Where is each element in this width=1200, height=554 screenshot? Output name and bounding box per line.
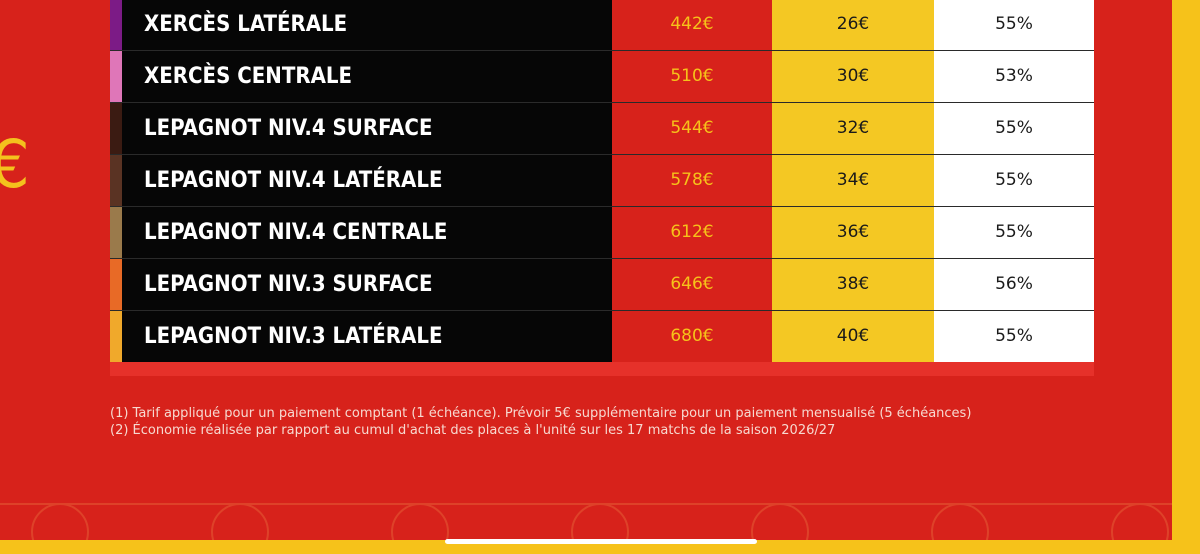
table-bottom-border xyxy=(110,362,1094,376)
table-row: LEPAGNOT NIV.3 SURFACE 646€ 38€ 56% xyxy=(110,259,1094,310)
monthly-price: 30€ xyxy=(772,51,934,102)
seat-category-name: XERCÈS CENTRALE xyxy=(122,51,612,102)
seat-category-name: LEPAGNOT NIV.3 LATÉRALE xyxy=(122,311,612,362)
row-color-accent xyxy=(110,155,122,206)
table-row: LEPAGNOT NIV.4 CENTRALE 612€ 36€ 55% xyxy=(110,207,1094,258)
seat-category-name: XERCÈS LATÉRALE xyxy=(122,0,612,50)
monthly-price: 38€ xyxy=(772,259,934,310)
row-color-accent xyxy=(110,0,122,50)
yellow-frame-right xyxy=(1172,0,1200,554)
table-row: LEPAGNOT NIV.4 SURFACE 544€ 32€ 55% xyxy=(110,103,1094,154)
season-price: 510€ xyxy=(612,51,772,102)
seat-category-name: LEPAGNOT NIV.4 SURFACE xyxy=(122,103,612,154)
saving-percent: 53% xyxy=(934,51,1094,102)
season-price: 544€ xyxy=(612,103,772,154)
season-price: 680€ xyxy=(612,311,772,362)
footnote-1: (1) Tarif appliqué pour un paiement comp… xyxy=(110,406,972,421)
row-separator xyxy=(110,310,1094,311)
row-separator xyxy=(110,102,1094,103)
row-color-accent xyxy=(110,311,122,362)
row-separator xyxy=(110,50,1094,51)
euro-icon: € xyxy=(0,126,30,203)
seat-category-name: LEPAGNOT NIV.4 LATÉRALE xyxy=(122,155,612,206)
row-separator xyxy=(110,258,1094,259)
row-color-accent xyxy=(110,103,122,154)
seat-category-name: LEPAGNOT NIV.4 CENTRALE xyxy=(122,207,612,258)
saving-percent: 55% xyxy=(934,0,1094,50)
season-price: 442€ xyxy=(612,0,772,50)
monthly-price: 26€ xyxy=(772,0,934,50)
monthly-price: 32€ xyxy=(772,103,934,154)
saving-percent: 55% xyxy=(934,103,1094,154)
row-color-accent xyxy=(110,259,122,310)
table-row: LEPAGNOT NIV.4 LATÉRALE 578€ 34€ 55% xyxy=(110,155,1094,206)
monthly-price: 34€ xyxy=(772,155,934,206)
monthly-price: 36€ xyxy=(772,207,934,258)
saving-percent: 55% xyxy=(934,155,1094,206)
decorative-pattern xyxy=(0,492,1172,540)
row-color-accent xyxy=(110,51,122,102)
saving-percent: 56% xyxy=(934,259,1094,310)
table-row: XERCÈS LATÉRALE 442€ 26€ 55% xyxy=(110,0,1094,50)
footnote-2: (2) Économie réalisée par rapport au cum… xyxy=(110,423,836,438)
season-price: 578€ xyxy=(612,155,772,206)
season-price: 646€ xyxy=(612,259,772,310)
footnotes: (1) Tarif appliqué pour un paiement comp… xyxy=(110,405,1110,439)
saving-percent: 55% xyxy=(934,311,1094,362)
monthly-price: 40€ xyxy=(772,311,934,362)
seat-category-name: LEPAGNOT NIV.3 SURFACE xyxy=(122,259,612,310)
season-price: 612€ xyxy=(612,207,772,258)
row-color-accent xyxy=(110,207,122,258)
table-row: XERCÈS CENTRALE 510€ 30€ 53% xyxy=(110,51,1094,102)
home-indicator[interactable] xyxy=(445,539,757,544)
row-separator xyxy=(110,154,1094,155)
saving-percent: 55% xyxy=(934,207,1094,258)
row-separator xyxy=(110,206,1094,207)
table-row: LEPAGNOT NIV.3 LATÉRALE 680€ 40€ 55% xyxy=(110,311,1094,362)
